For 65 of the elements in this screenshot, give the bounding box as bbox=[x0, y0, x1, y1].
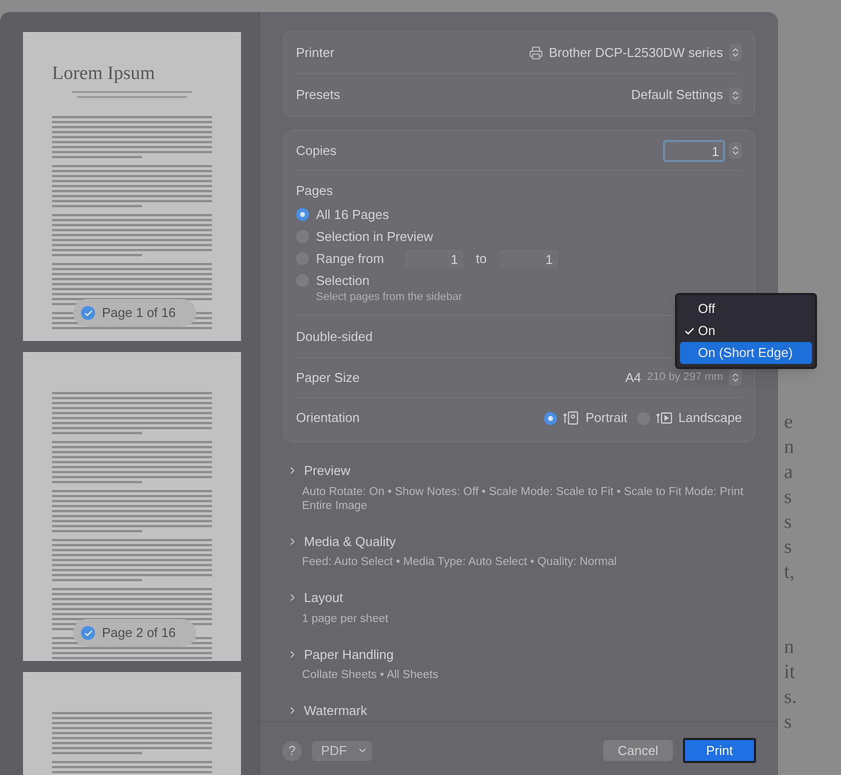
stepper-icon[interactable] bbox=[729, 142, 742, 159]
section-header[interactable]: Media & Quality bbox=[287, 532, 755, 551]
background-letter: a bbox=[784, 460, 794, 485]
radio-label[interactable]: Portrait bbox=[585, 408, 628, 428]
help-button[interactable]: ? bbox=[282, 740, 302, 760]
background-letter: s bbox=[784, 485, 793, 510]
radio-label[interactable]: Landscape bbox=[678, 408, 742, 428]
field-label: Pages bbox=[296, 182, 334, 200]
menu-item[interactable]: On bbox=[680, 320, 812, 342]
range-start-field[interactable]: 1 bbox=[404, 250, 463, 268]
radio-label[interactable]: All 16 Pages bbox=[316, 204, 389, 224]
background-letter: s bbox=[784, 535, 793, 560]
section-header[interactable]: Watermark bbox=[287, 701, 755, 720]
background-letter: n bbox=[784, 435, 795, 460]
background-letter: s bbox=[784, 510, 793, 535]
field-label: Double-sided bbox=[296, 328, 373, 346]
radio-label[interactable]: Range from bbox=[316, 248, 384, 268]
radio-button[interactable] bbox=[296, 208, 309, 221]
radio-label[interactable]: Selection in Preview bbox=[316, 226, 434, 246]
background-letter: e bbox=[784, 410, 794, 435]
stepper-icon[interactable] bbox=[729, 369, 742, 386]
print-button[interactable]: Print bbox=[683, 738, 756, 763]
background-letter: it bbox=[784, 660, 796, 685]
range-separator-label: to bbox=[476, 250, 487, 268]
section-summary: Auto Rotate: On • Show Notes: Off • Scale Mode: Scale to Fit • Scale to Fit Mode: Print Entire Image bbox=[302, 484, 744, 512]
copies-field[interactable]: 1 bbox=[663, 140, 725, 162]
menu-item[interactable]: Off bbox=[680, 298, 812, 320]
hint-text: Select pages from the sidebar bbox=[316, 290, 464, 304]
checkmark-icon[interactable] bbox=[81, 306, 95, 320]
page-thumbnail[interactable]: Page 2 of 16 bbox=[23, 352, 241, 661]
range-end-field[interactable]: 1 bbox=[500, 250, 558, 268]
page-number-label: Page 1 of 16 bbox=[102, 304, 176, 322]
section-summary: 1 page per sheet bbox=[302, 612, 390, 626]
popup-menu[interactable]: Default Settings bbox=[631, 85, 742, 105]
section-header[interactable]: Paper Handling bbox=[287, 644, 755, 664]
checkmark-icon[interactable] bbox=[81, 626, 95, 640]
check-icon bbox=[684, 326, 695, 336]
field-label: Orientation bbox=[296, 409, 360, 428]
background-letter: s bbox=[784, 710, 793, 735]
popup-menu[interactable]: A4 210 by 297 mm bbox=[625, 368, 742, 388]
field-label: Paper Size bbox=[296, 368, 360, 387]
section-header[interactable]: Layout bbox=[287, 588, 755, 608]
field-label: Presets bbox=[296, 86, 340, 104]
popup-menu[interactable]: Brother DCP-L2530DW series bbox=[528, 42, 742, 62]
menu-item[interactable]: On (Short Edge) bbox=[680, 342, 812, 364]
section-header[interactable]: Preview bbox=[287, 461, 755, 480]
background-letter: t, bbox=[784, 560, 796, 585]
background-letter: s. bbox=[784, 685, 797, 710]
cancel-button[interactable]: Cancel bbox=[603, 740, 673, 761]
section-summary: Feed: Auto Select • Media Type: Auto Select • Quality: Normal bbox=[302, 555, 618, 569]
portrait-icon bbox=[563, 411, 580, 425]
pdf-menu-button[interactable]: PDF bbox=[312, 740, 372, 760]
printer-icon bbox=[528, 46, 543, 60]
field-label: Copies bbox=[296, 142, 336, 160]
page-number-label: Page 2 of 16 bbox=[102, 624, 176, 642]
page-thumbnail[interactable]: Lorem Ipsum Page 1 of 16 bbox=[23, 32, 241, 341]
landscape-icon bbox=[656, 411, 672, 425]
radio-button[interactable] bbox=[544, 412, 558, 424]
stepper-icon[interactable] bbox=[729, 44, 742, 61]
stepper-icon[interactable] bbox=[729, 86, 742, 104]
page-title: Lorem Ipsum bbox=[52, 62, 156, 86]
background-letter: n bbox=[784, 635, 795, 660]
field-label: Printer bbox=[296, 44, 334, 62]
section-summary: Collate Sheets • All Sheets bbox=[302, 668, 440, 682]
radio-label[interactable]: Selection bbox=[316, 270, 370, 290]
